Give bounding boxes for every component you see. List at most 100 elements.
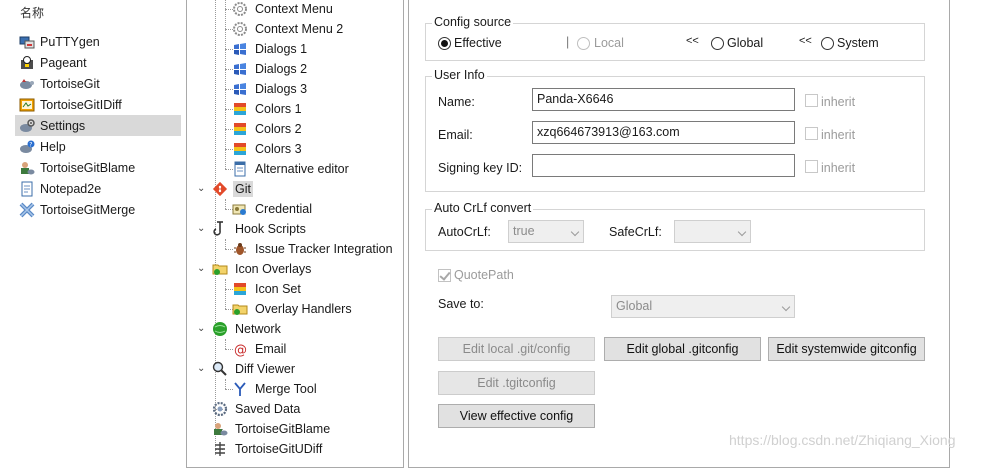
list-item-tortoisegit-idiff[interactable]: TortoiseGitIDiff xyxy=(15,94,181,115)
color-palette-icon xyxy=(232,121,248,137)
tree-item-tortoisegitudiff[interactable]: TortoiseGitUDiff xyxy=(212,439,324,459)
list-item-label: TortoiseGitIDiff xyxy=(40,97,122,112)
edit-local-config-button[interactable]: Edit local .git/config xyxy=(438,337,595,361)
windows-flag-icon xyxy=(232,81,248,97)
tree-item-label: Context Menu 2 xyxy=(255,22,344,36)
chevron-down-icon[interactable]: ⌄ xyxy=(197,264,205,274)
name-input[interactable]: Panda-X6646 xyxy=(532,88,795,111)
tree-item-alternative-editor[interactable]: Alternative editor xyxy=(232,159,351,179)
tree-item-label: Dialogs 3 xyxy=(255,82,308,96)
autocrlf-label: AutoCrLf: xyxy=(438,225,491,239)
tree-item-email[interactable]: @ Email xyxy=(232,339,288,359)
tree-item-hook-scripts[interactable]: Hook Scripts xyxy=(212,219,308,239)
tree-item-colors-1[interactable]: Colors 1 xyxy=(232,99,304,119)
tree-item-label: Colors 1 xyxy=(255,102,302,116)
gear-icon xyxy=(212,401,228,417)
chevron-down-icon[interactable]: ⌄ xyxy=(197,224,205,234)
tree-item-label: Merge Tool xyxy=(255,382,317,396)
tree-item-network[interactable]: Network xyxy=(212,319,283,339)
tree-item-label: Dialogs 2 xyxy=(255,62,308,76)
quotepath-checkbox[interactable] xyxy=(438,269,451,282)
email-inherit-checkbox[interactable] xyxy=(805,127,818,140)
chevron-down-icon xyxy=(781,302,791,312)
list-item-settings[interactable]: Settings xyxy=(15,115,181,136)
radio-effective[interactable] xyxy=(438,37,451,50)
list-item-help[interactable]: ? Help xyxy=(15,136,181,157)
tree-item-issue-tracker[interactable]: Issue Tracker Integration xyxy=(232,239,395,259)
tree-item-tortoisegitblame[interactable]: TortoiseGitBlame xyxy=(212,419,332,439)
edit-systemwide-config-button[interactable]: Edit systemwide gitconfig xyxy=(768,337,925,361)
tree-item-label: Credential xyxy=(255,202,312,216)
safecrlf-select[interactable] xyxy=(674,220,751,243)
list-item-notepad2e[interactable]: Notepad2e xyxy=(15,178,181,199)
tree-item-label: Overlay Handlers xyxy=(255,302,352,316)
tree-item-label: Context Menu xyxy=(255,2,333,16)
radio-local[interactable] xyxy=(577,37,590,50)
tree-item-colors-2[interactable]: Colors 2 xyxy=(232,119,304,139)
pageant-icon xyxy=(19,55,35,71)
inherit-label: inherit xyxy=(821,161,856,175)
inherit-label: inherit xyxy=(821,128,856,142)
start-menu-list-pane: 名称 PuTTYgen Pageant TortoiseGit Tortoise… xyxy=(0,0,181,458)
chevron-down-icon[interactable]: ⌄ xyxy=(197,364,205,374)
save-to-value: Global xyxy=(616,299,653,313)
tree-item-label: Colors 2 xyxy=(255,122,302,136)
radio-system[interactable] xyxy=(821,37,834,50)
list-item-tortoisegitblame[interactable]: TortoiseGitBlame xyxy=(15,157,181,178)
svg-text:@: @ xyxy=(234,343,247,357)
tree-item-label: Diff Viewer xyxy=(235,362,295,376)
tree-item-context-menu-2[interactable]: Context Menu 2 xyxy=(232,19,345,39)
signing-key-input[interactable] xyxy=(532,154,795,177)
settings-tree[interactable]: Context Menu Context Menu 2 Dialogs 1 Di… xyxy=(186,0,404,468)
globe-icon xyxy=(212,321,228,337)
app-list: PuTTYgen Pageant TortoiseGit TortoiseGit… xyxy=(15,31,181,220)
view-effective-config-button[interactable]: View effective config xyxy=(438,404,595,428)
tree-item-merge-tool[interactable]: Merge Tool xyxy=(232,379,319,399)
blame-icon xyxy=(19,160,35,176)
safecrlf-label: SafeCrLf: xyxy=(609,225,662,239)
autocrlf-select[interactable]: true xyxy=(508,220,584,243)
tree-item-context-menu[interactable]: Context Menu xyxy=(232,0,335,19)
tree-item-colors-3[interactable]: Colors 3 xyxy=(232,139,304,159)
tree-item-icon-overlays[interactable]: Icon Overlays xyxy=(212,259,313,279)
tree-item-label: Icon Set xyxy=(255,282,301,296)
radio-global[interactable] xyxy=(711,37,724,50)
tree-item-credential[interactable]: Credential xyxy=(232,199,314,219)
tree-item-git[interactable]: Git xyxy=(212,179,253,199)
edit-tgitconfig-button[interactable]: Edit .tgitconfig xyxy=(438,371,595,395)
signing-inherit-checkbox[interactable] xyxy=(805,160,818,173)
tree-item-icon-set[interactable]: Icon Set xyxy=(232,279,303,299)
config-source-group: Config source Effective | Local << Globa… xyxy=(425,15,925,61)
tree-item-label: Hook Scripts xyxy=(235,222,306,236)
edit-global-config-button[interactable]: Edit global .gitconfig xyxy=(604,337,761,361)
tree-item-saved-data[interactable]: Saved Data xyxy=(212,399,302,419)
tree-item-dialogs-2[interactable]: Dialogs 2 xyxy=(232,59,309,79)
tree-item-dialogs-3[interactable]: Dialogs 3 xyxy=(232,79,309,99)
name-inherit-checkbox[interactable] xyxy=(805,94,818,107)
windows-flag-icon xyxy=(232,61,248,77)
gear-icon xyxy=(232,21,248,37)
tree-item-label: Email xyxy=(255,342,287,356)
tree-item-overlay-handlers[interactable]: Overlay Handlers xyxy=(232,299,354,319)
list-item-tortoisegit[interactable]: TortoiseGit xyxy=(15,73,181,94)
auto-crlf-group: Auto CrLf convert AutoCrLf: true SafeCrL… xyxy=(425,201,925,251)
tree-item-label: Git xyxy=(233,181,253,197)
list-item-pageant[interactable]: Pageant xyxy=(15,52,181,73)
list-item-tortoisegitmerge[interactable]: TortoiseGitMerge xyxy=(15,199,181,220)
user-info-group: User Info Name: Panda-X6646 inherit Emai… xyxy=(425,68,925,192)
list-item-puttygen[interactable]: PuTTYgen xyxy=(15,31,181,52)
editor-icon xyxy=(232,161,248,177)
save-to-select[interactable]: Global xyxy=(611,295,795,318)
tree-item-label: Network xyxy=(235,322,281,336)
tree-item-diff-viewer[interactable]: Diff Viewer xyxy=(212,359,297,379)
quotepath-label: QuotePath xyxy=(454,268,514,282)
tree-item-dialogs-1[interactable]: Dialogs 1 xyxy=(232,39,309,59)
help-icon: ? xyxy=(19,139,35,155)
chevron-down-icon[interactable]: ⌄ xyxy=(197,324,205,334)
list-header: 名称 xyxy=(20,6,45,20)
color-palette-icon xyxy=(232,141,248,157)
email-input[interactable]: xzq664673913@163.com xyxy=(532,121,795,144)
tree-item-label: Colors 3 xyxy=(255,142,302,156)
at-sign-icon: @ xyxy=(232,341,248,358)
chevron-down-icon[interactable]: ⌄ xyxy=(197,184,205,194)
